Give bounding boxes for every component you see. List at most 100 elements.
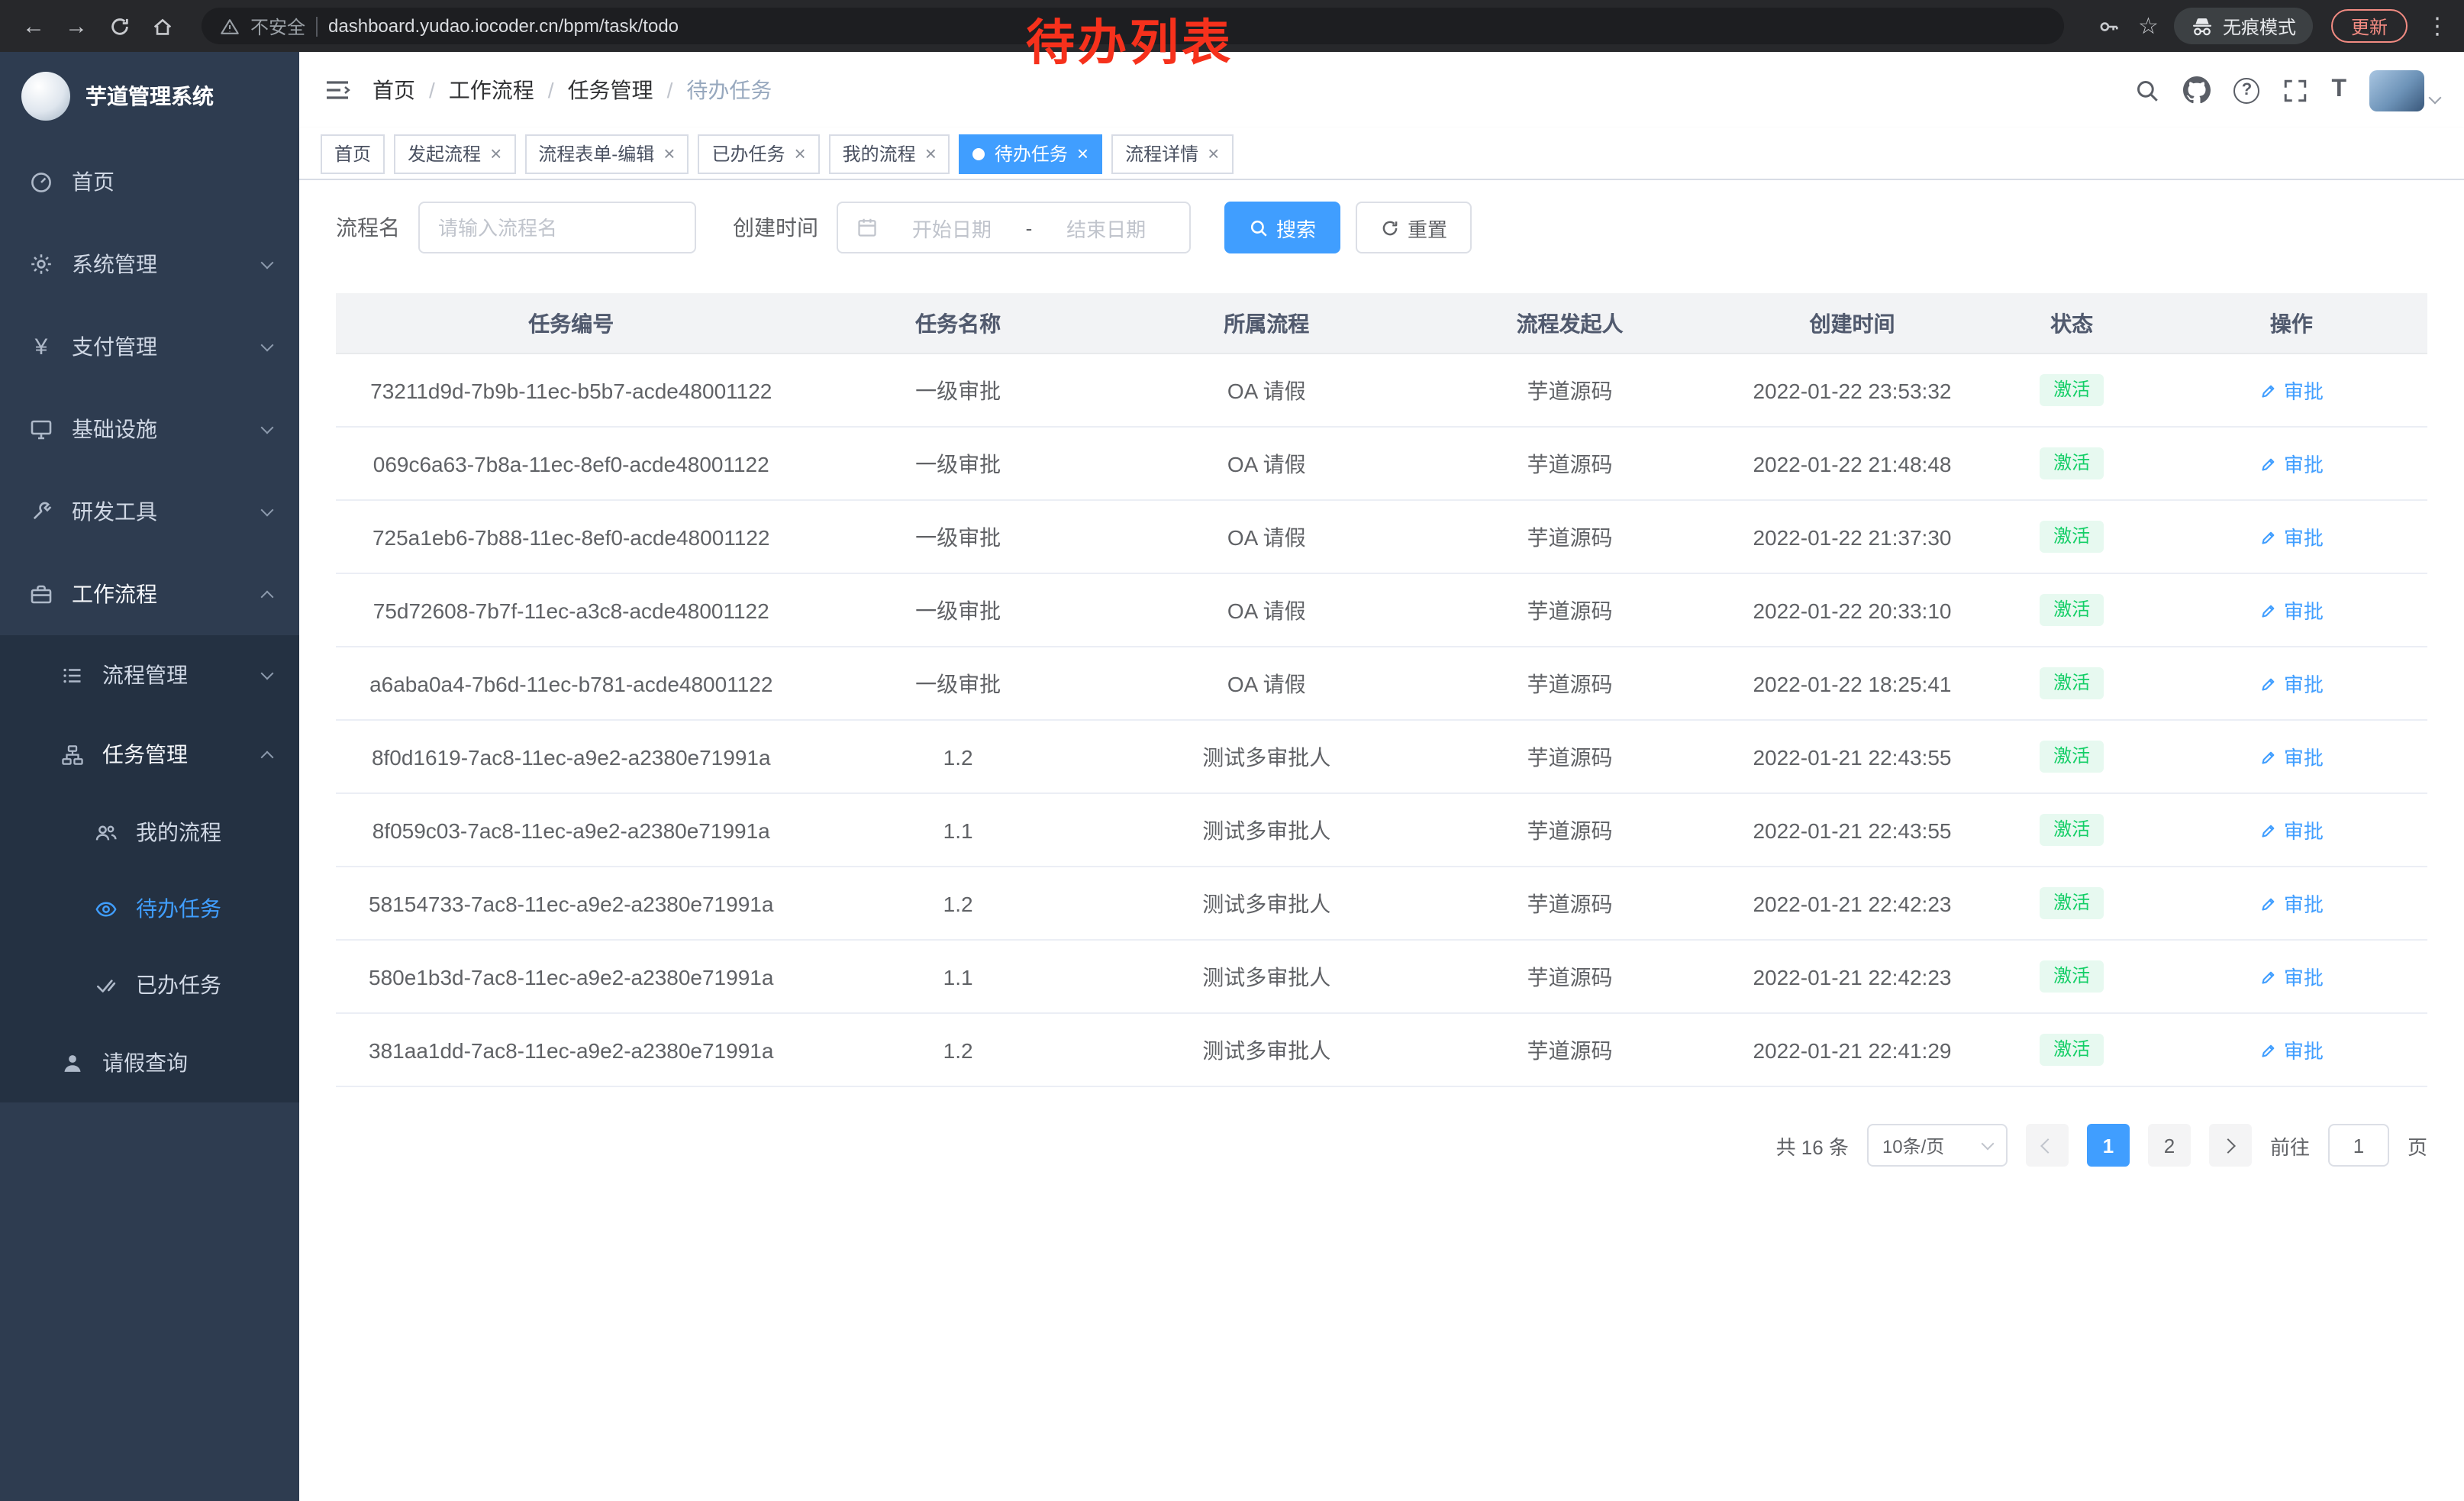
close-icon[interactable]: ×: [1077, 144, 1088, 163]
col-initiator: 流程发起人: [1424, 308, 1717, 338]
chevron-down-icon: [261, 503, 274, 516]
table-row: 069c6a63-7b8a-11ec-8ef0-acde48001122 一级审…: [336, 428, 2427, 501]
monitor-icon: [27, 417, 55, 441]
approve-link[interactable]: 审批: [2259, 596, 2324, 625]
workflow-submenu: 流程管理 任务管理 我的流程 待办任务: [0, 635, 299, 1102]
page-size-value: 10条/页: [1882, 1132, 1944, 1158]
update-button[interactable]: 更新: [2331, 9, 2408, 43]
chevron-down-icon: [1981, 1138, 1994, 1151]
sidebar-item-todo-task[interactable]: 待办任务: [0, 870, 299, 947]
cell-initiator: 芋道源码: [1424, 595, 1717, 625]
close-icon[interactable]: ×: [663, 144, 675, 163]
tab-todo-task[interactable]: 待办任务 ×: [959, 134, 1102, 173]
close-icon[interactable]: ×: [490, 144, 502, 163]
next-page-button[interactable]: [2209, 1124, 2252, 1167]
close-icon[interactable]: ×: [925, 144, 937, 163]
breadcrumb-home[interactable]: 首页: [373, 75, 449, 105]
approve-link[interactable]: 审批: [2259, 449, 2324, 478]
fullscreen-icon[interactable]: [2282, 77, 2308, 103]
approve-link[interactable]: 审批: [2259, 962, 2324, 991]
approve-label: 审批: [2284, 962, 2324, 991]
approve-link[interactable]: 审批: [2259, 889, 2324, 918]
sidebar-item-label: 系统管理: [72, 249, 246, 279]
user-menu[interactable]: [2369, 69, 2440, 111]
tab-home[interactable]: 首页: [321, 134, 385, 173]
sidebar-item-home[interactable]: 首页: [0, 140, 299, 223]
question-icon[interactable]: ?: [2233, 77, 2259, 103]
sidebar-item-workflow[interactable]: 工作流程: [0, 553, 299, 635]
cell-process: 测试多审批人: [1110, 1035, 1424, 1065]
chevron-down-icon: [261, 338, 274, 351]
cell-process: 测试多审批人: [1110, 888, 1424, 918]
goto-page-input[interactable]: [2328, 1124, 2389, 1167]
todo-task-table: 任务编号 任务名称 所属流程 流程发起人 创建时间 状态 操作 73211d9d…: [336, 293, 2427, 1087]
forward-icon[interactable]: →: [58, 8, 95, 44]
sidebar-item-infra[interactable]: 基础设施: [0, 388, 299, 470]
tab-done-task[interactable]: 已办任务×: [698, 134, 819, 173]
chevron-down-icon: [261, 421, 274, 434]
reload-icon[interactable]: [101, 8, 137, 44]
approve-link[interactable]: 审批: [2259, 1035, 2324, 1064]
cell-initiator: 芋道源码: [1424, 375, 1717, 405]
top-navbar: 首页 工作流程 任务管理 待办任务 ? T: [299, 52, 2464, 128]
key-icon[interactable]: [2097, 15, 2120, 37]
home-icon[interactable]: [144, 8, 180, 44]
tab-form-edit[interactable]: 流程表单-编辑×: [524, 134, 689, 173]
hamburger-icon[interactable]: [324, 76, 351, 104]
address-bar[interactable]: 不安全 dashboard.yudao.iocoder.cn/bpm/task/…: [202, 8, 2063, 44]
avatar: [2369, 69, 2424, 111]
reset-button[interactable]: 重置: [1356, 202, 1472, 253]
close-icon[interactable]: ×: [1208, 144, 1219, 163]
approve-link[interactable]: 审批: [2259, 669, 2324, 698]
close-icon[interactable]: ×: [794, 144, 805, 163]
status-badge: 激活: [2040, 447, 2104, 479]
tab-start-process[interactable]: 发起流程×: [394, 134, 515, 173]
tab-label: 我的流程: [843, 140, 916, 166]
page-button-2[interactable]: 2: [2148, 1124, 2191, 1167]
incognito-label: 无痕模式: [2223, 13, 2296, 39]
sidebar-item-leave-query[interactable]: 请假查询: [0, 1023, 299, 1102]
tab-process-detail[interactable]: 流程详情×: [1111, 134, 1233, 173]
app-logo-row[interactable]: 芋道管理系统: [0, 52, 299, 140]
approve-link[interactable]: 审批: [2259, 815, 2324, 844]
search-button[interactable]: 搜索: [1224, 202, 1340, 253]
github-icon[interactable]: [2183, 76, 2211, 104]
sidebar-item-process-mgmt[interactable]: 流程管理: [0, 635, 299, 715]
cell-initiator: 芋道源码: [1424, 521, 1717, 552]
table-row: 58154733-7ac8-11ec-a9e2-a2380e71991a 1.2…: [336, 867, 2427, 941]
cell-task-name: 一级审批: [807, 375, 1110, 405]
star-icon[interactable]: ☆: [2138, 12, 2159, 40]
approve-link[interactable]: 审批: [2259, 522, 2324, 551]
search-icon[interactable]: [2134, 77, 2160, 103]
cell-created: 2022-01-22 21:48:48: [1716, 451, 1988, 476]
sidebar-item-task-mgmt[interactable]: 任务管理: [0, 715, 299, 794]
sidebar-item-payment[interactable]: ¥ 支付管理: [0, 305, 299, 388]
date-range-picker[interactable]: 开始日期 - 结束日期: [837, 202, 1191, 253]
sidebar-item-system[interactable]: 系统管理: [0, 223, 299, 305]
sidebar-item-my-process[interactable]: 我的流程: [0, 794, 299, 870]
page-size-select[interactable]: 10条/页: [1867, 1124, 2008, 1167]
end-date-placeholder: 结束日期: [1041, 213, 1171, 242]
sidebar-item-label: 工作流程: [72, 579, 246, 609]
more-vertical-icon[interactable]: ⋮: [2426, 12, 2449, 40]
approve-link[interactable]: 审批: [2259, 376, 2324, 405]
tab-my-process[interactable]: 我的流程 ×: [829, 134, 950, 173]
process-name-input[interactable]: [438, 216, 676, 239]
status-badge: 激活: [2040, 960, 2104, 993]
prev-page-button[interactable]: [2026, 1124, 2069, 1167]
sidebar-item-devtools[interactable]: 研发工具: [0, 470, 299, 553]
back-icon[interactable]: ←: [15, 8, 52, 44]
cell-task-id: 8f059c03-7ac8-11ec-a9e2-a2380e71991a: [336, 818, 807, 842]
sidebar-item-label: 已办任务: [136, 970, 272, 1000]
breadcrumb-task-mgmt[interactable]: 任务管理: [568, 75, 687, 105]
cell-task-id: 580e1b3d-7ac8-11ec-a9e2-a2380e71991a: [336, 964, 807, 989]
sidebar-item-label: 研发工具: [72, 496, 246, 527]
status-badge: 激活: [2040, 886, 2104, 919]
breadcrumb-workflow[interactable]: 工作流程: [449, 75, 568, 105]
approve-link[interactable]: 审批: [2259, 742, 2324, 771]
sidebar-item-done-task[interactable]: 已办任务: [0, 947, 299, 1023]
tab-label: 待办任务: [995, 140, 1068, 166]
text-size-icon[interactable]: T: [2331, 76, 2346, 104]
cell-initiator: 芋道源码: [1424, 668, 1717, 699]
page-button-1[interactable]: 1: [2087, 1124, 2130, 1167]
